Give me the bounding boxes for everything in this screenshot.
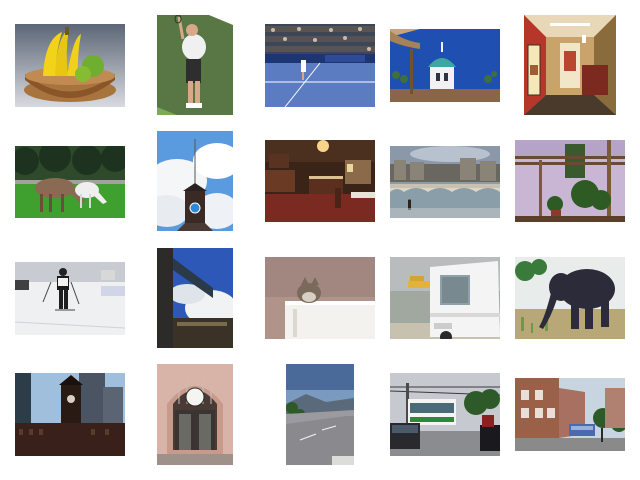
thumbnail-horses-grazing[interactable] [15, 146, 125, 218]
thumbnail-clock-tower-clouds[interactable] [157, 131, 233, 231]
thumbnail-street-sign-sky[interactable] [157, 248, 233, 348]
thumbnail-townhouse-street-bus[interactable] [515, 378, 625, 451]
thumbnail-gazebo-blue-sky[interactable] [390, 29, 500, 102]
thumbnail-cross-country-skier[interactable] [15, 262, 125, 335]
thumbnail-mountain-road-view[interactable] [286, 364, 354, 465]
thumbnail-tennis-player-serve[interactable] [157, 15, 233, 115]
thumbnail-train-dining-car[interactable] [524, 15, 616, 115]
thumbnail-station-clock-facade[interactable] [157, 364, 233, 465]
thumbnail-river-bridge-city[interactable] [390, 146, 500, 218]
thumbnail-cat-on-cabinet[interactable] [265, 257, 375, 339]
thumbnail-tennis-match-arena[interactable] [265, 24, 375, 107]
thumbnail-brick-clock-tower-skyline[interactable] [15, 373, 125, 456]
thumbnail-garden-pergola[interactable] [515, 140, 625, 222]
thumbnail-truck-waterfront[interactable] [390, 257, 500, 339]
thumbnail-banana-fruit-bowl[interactable] [15, 24, 125, 107]
thumbnail-kitchen-interior[interactable] [265, 140, 375, 222]
thumbnail-street-traffic-bus[interactable] [390, 373, 500, 456]
thumbnail-elephant-grass[interactable] [515, 257, 625, 339]
